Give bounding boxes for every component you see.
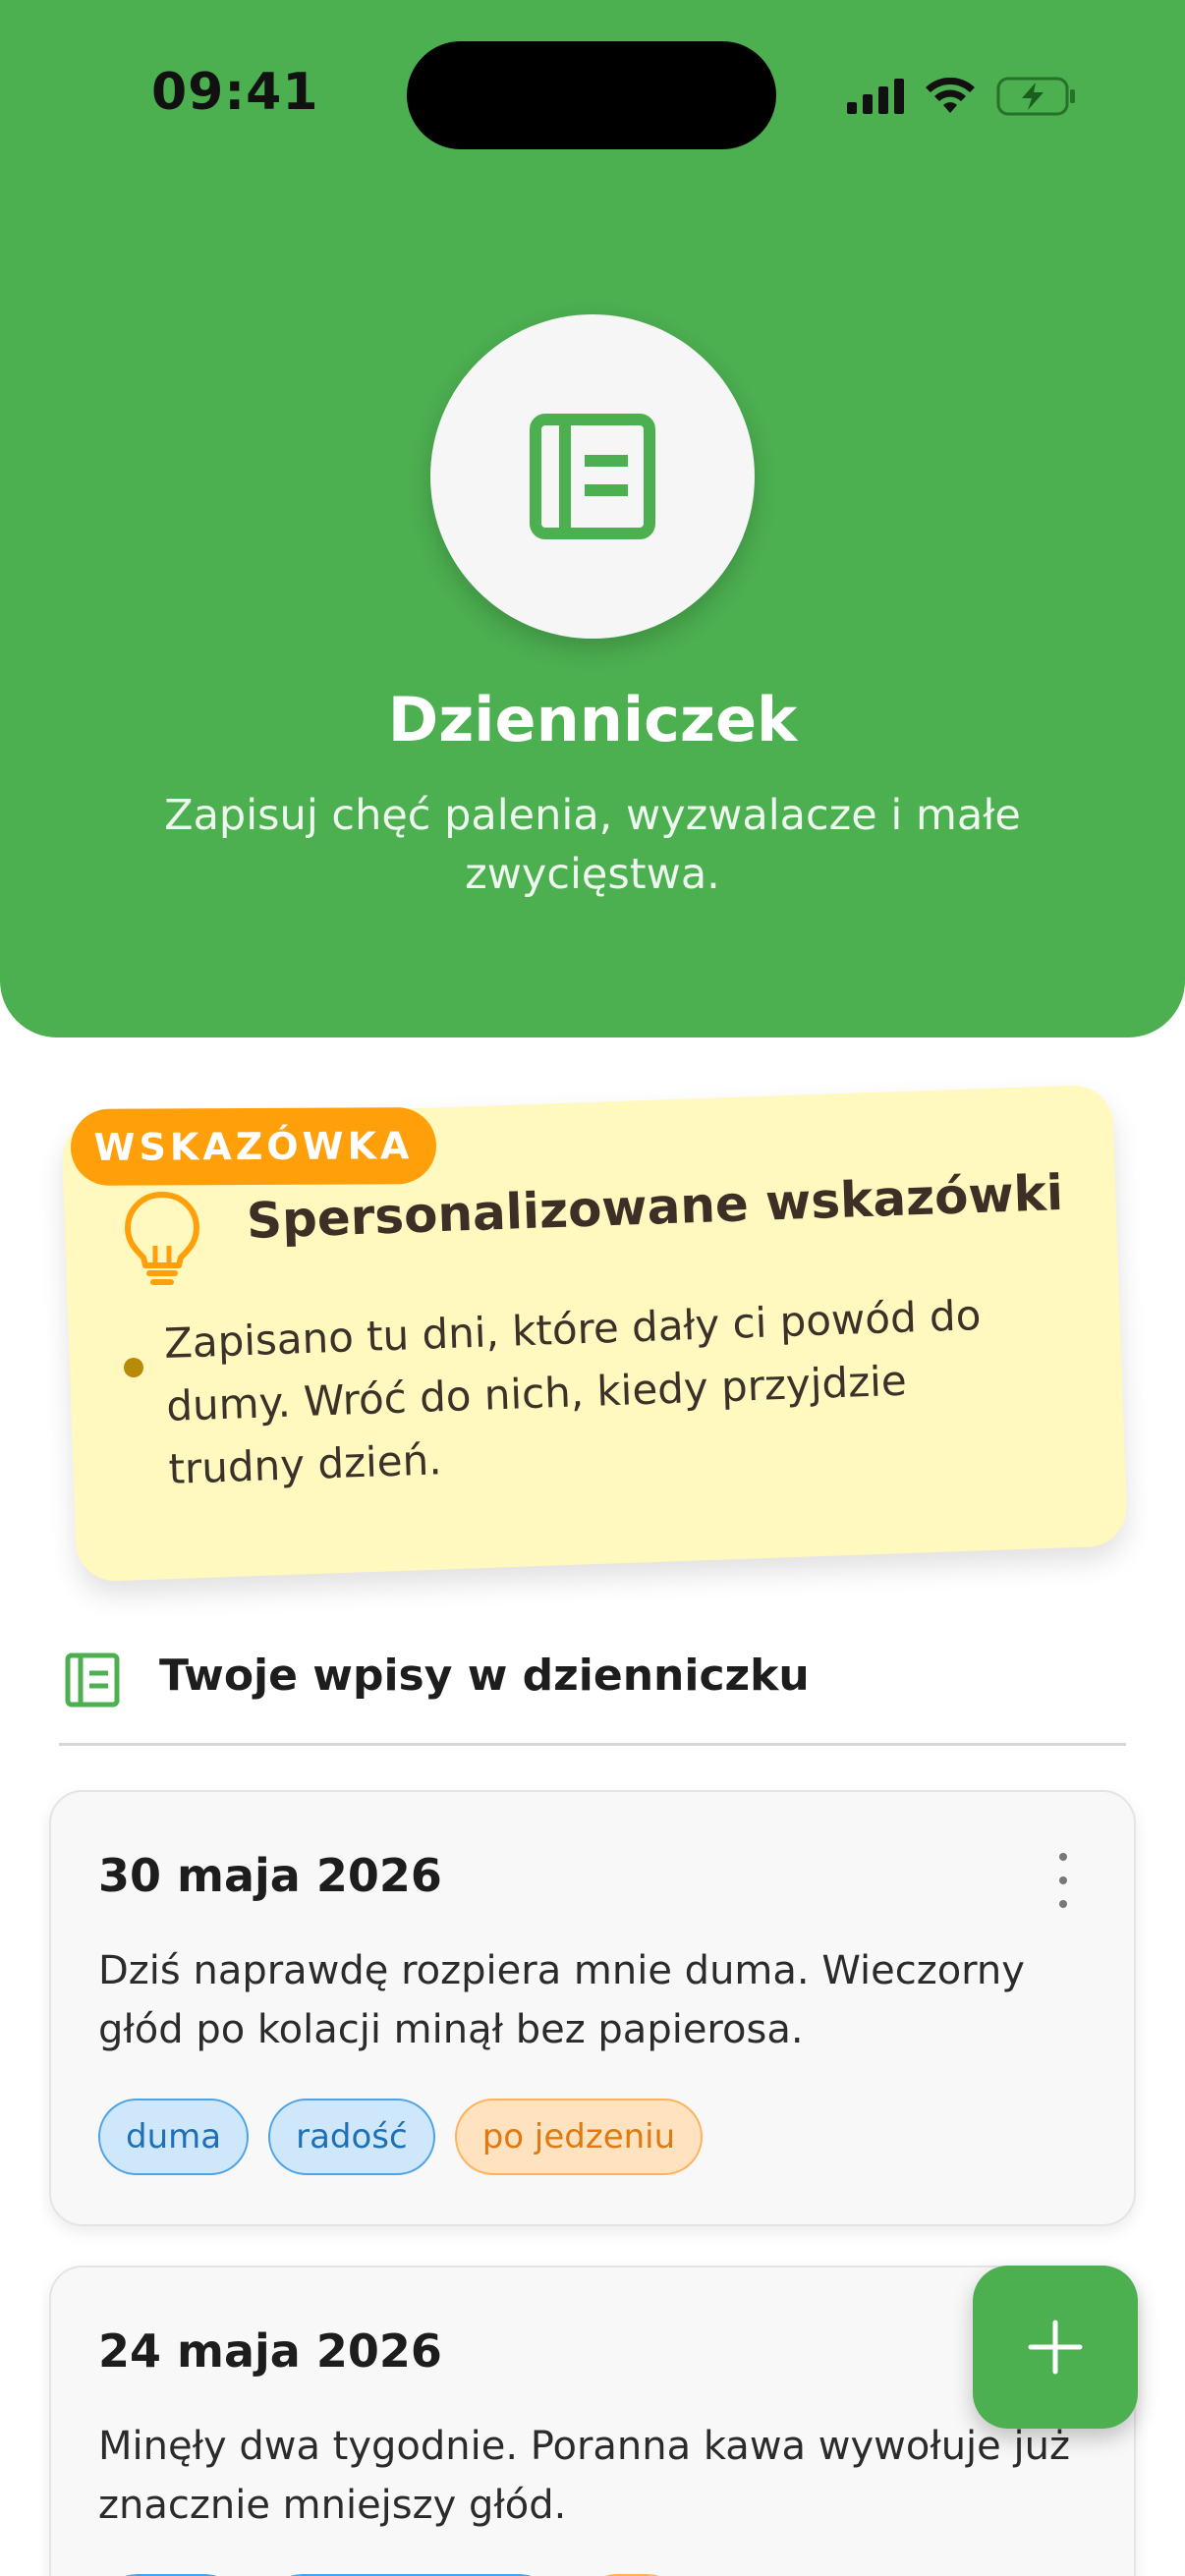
wifi-icon	[926, 78, 975, 113]
journal-screen: 09:41 Dzienniczek Zapisuj chęć palenia, …	[0, 0, 1185, 2576]
signal-icon	[847, 79, 904, 114]
tag-chip: po jedzeniu	[454, 2099, 704, 2175]
tag-chip: duma	[98, 2099, 250, 2175]
tip-text: Zapisano tu dni, które dały ci powód do …	[163, 1290, 983, 1493]
page-subtitle: Zapisuj chęć palenia, wyzwalacze i małe …	[164, 791, 1021, 899]
tip-bullet	[124, 1358, 143, 1377]
status-icons	[847, 69, 1077, 124]
divider	[59, 1743, 1126, 1746]
lightbulb-icon	[125, 1192, 199, 1285]
journal-entry-card[interactable]: 30 maja 2026 Dziś naprawdę rozpiera mnie…	[49, 1790, 1136, 2226]
status-time: 09:41	[151, 63, 319, 122]
entry-date: 30 maja 2026	[98, 1849, 442, 1902]
tag-chip: radość	[268, 2099, 435, 2175]
add-entry-button[interactable]	[973, 2266, 1138, 2429]
entry-text: Dziś naprawdę rozpiera mnie duma. Wieczo…	[98, 1948, 1025, 2052]
dynamic-island	[407, 41, 776, 149]
section-title: Twoje wpisy w dzienniczku	[159, 1651, 810, 1701]
tip-badge: WSKAZÓWKA	[70, 1107, 437, 1186]
battery-charging-icon	[996, 77, 1075, 116]
journal-icon	[65, 1652, 120, 1708]
page-title: Dzienniczek	[387, 684, 798, 756]
entry-tags: duma radość po jedzeniu	[98, 2099, 704, 2175]
entry-text: Minęły dwa tygodnie. Poranna kawa wywołu…	[98, 2424, 1070, 2528]
journal-logo	[430, 314, 755, 639]
more-options-icon[interactable]	[1057, 1853, 1069, 1908]
entry-date: 24 maja 2026	[98, 2324, 442, 2378]
plus-icon	[1028, 2320, 1083, 2375]
journal-icon	[530, 414, 655, 539]
